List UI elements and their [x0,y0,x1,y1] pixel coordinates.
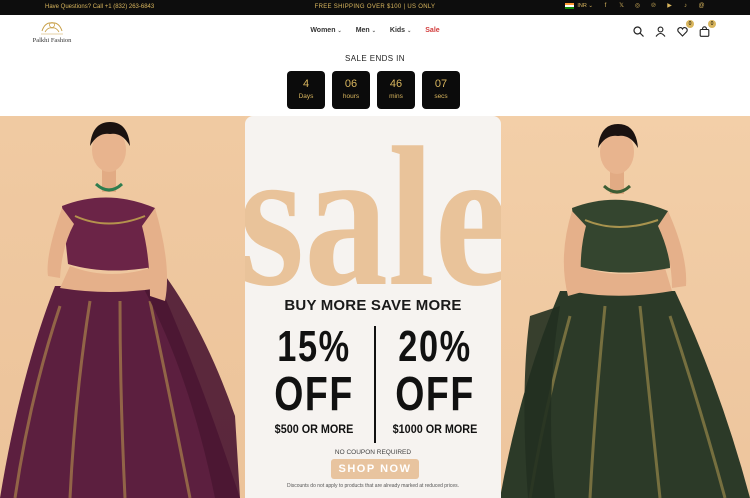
offer-20-percent: 20% [398,322,472,371]
offer-20-off: OFF [395,368,475,421]
offer-20: 20% OFF $1000 OR MORE [376,322,494,437]
countdown-days-label: Days [298,93,314,100]
header-icons: 0 0 [633,20,716,37]
offer-15-percent: 15% [277,322,351,371]
countdown-secs-label: secs [434,93,448,100]
sale-banner[interactable]: sale BUY MORE SAVE MORE 15% OFF $500 OR … [0,116,750,498]
offer-15-minimum: $500 OR MORE [274,422,354,436]
announcement-bar: Have Questions? Call +1 (832) 263-6843 F… [0,0,750,15]
offer-15-off: OFF [274,368,354,421]
currency-label: INR ⌄ [577,2,593,9]
wishlist-count-badge: 0 [686,20,694,28]
currency-selector[interactable]: INR ⌄ [565,2,593,9]
search-icon[interactable] [633,24,644,37]
sale-headline-text: sale [245,116,501,292]
countdown-timer: 4 Days 06 hours 46 mins 07 secs [287,71,460,109]
site-logo[interactable]: Palkhi Fashion [26,19,78,49]
youtube-icon[interactable]: ▶ [666,2,673,9]
chevron-down-icon: ⌄ [337,27,342,34]
offer-20-minimum: $1000 OR MORE [392,422,478,436]
nav-kids-label: Kids [389,27,406,34]
sale-card: sale BUY MORE SAVE MORE 15% OFF $500 OR … [245,116,501,498]
pinterest-icon[interactable]: ℗ [650,3,657,9]
nav-men-label: Men [355,27,370,34]
facebook-icon[interactable]: f [602,3,609,9]
banner-subheadline: BUY MORE SAVE MORE [284,297,462,314]
instagram-icon[interactable]: ◎ [634,2,641,9]
topbar-right: INR ⌄ f 𝕏 ◎ ℗ ▶ ♪ @ [565,2,705,9]
x-icon[interactable]: 𝕏 [618,2,625,9]
account-icon[interactable] [655,24,666,37]
countdown-days-value: 4 [302,78,310,90]
tiktok-icon[interactable]: ♪ [682,3,689,9]
countdown-mins: 46 mins [377,71,415,109]
logo-text: Palkhi Fashion [32,37,72,44]
cart-icon[interactable]: 0 [699,20,716,37]
shop-now-button[interactable]: SHOP NOW [331,459,419,479]
countdown-hours-label: hours [342,93,360,100]
india-flag-icon [565,2,575,9]
nav-women-label: Women [310,27,336,34]
chevron-down-icon: ⌄ [371,27,376,34]
cart-count-badge: 0 [708,20,716,28]
nav-sale[interactable]: Sale [425,27,439,34]
countdown-secs-value: 07 [434,78,448,90]
nav-women[interactable]: Women ⌄ [310,27,341,34]
countdown-days: 4 Days [287,71,325,109]
left-model-image [0,116,245,498]
nav-kids[interactable]: Kids ⌄ [390,27,411,34]
no-coupon-text: NO COUPON REQUIRED [334,449,412,456]
chevron-down-icon: ⌄ [407,27,412,34]
offer-15: 15% OFF $500 OR MORE [255,322,373,437]
threads-icon[interactable]: @ [698,3,705,9]
wishlist-icon[interactable]: 0 [677,20,694,37]
countdown-mins-label: mins [389,93,403,100]
site-header: Palkhi Fashion Women ⌄ Men ⌄ Kids ⌄ Sale 0 … [0,15,750,51]
right-model-image [500,116,750,498]
countdown-title: SALE ENDS IN [345,54,405,63]
countdown-hours: 06 hours [332,71,370,109]
nav-men[interactable]: Men ⌄ [356,27,376,34]
countdown-mins-value: 46 [389,78,403,90]
countdown-secs: 07 secs [422,71,460,109]
sale-headline: sale [245,116,501,292]
countdown-hours-value: 06 [344,78,358,90]
disclaimer-text: Discounts do not apply to products that … [286,483,460,489]
